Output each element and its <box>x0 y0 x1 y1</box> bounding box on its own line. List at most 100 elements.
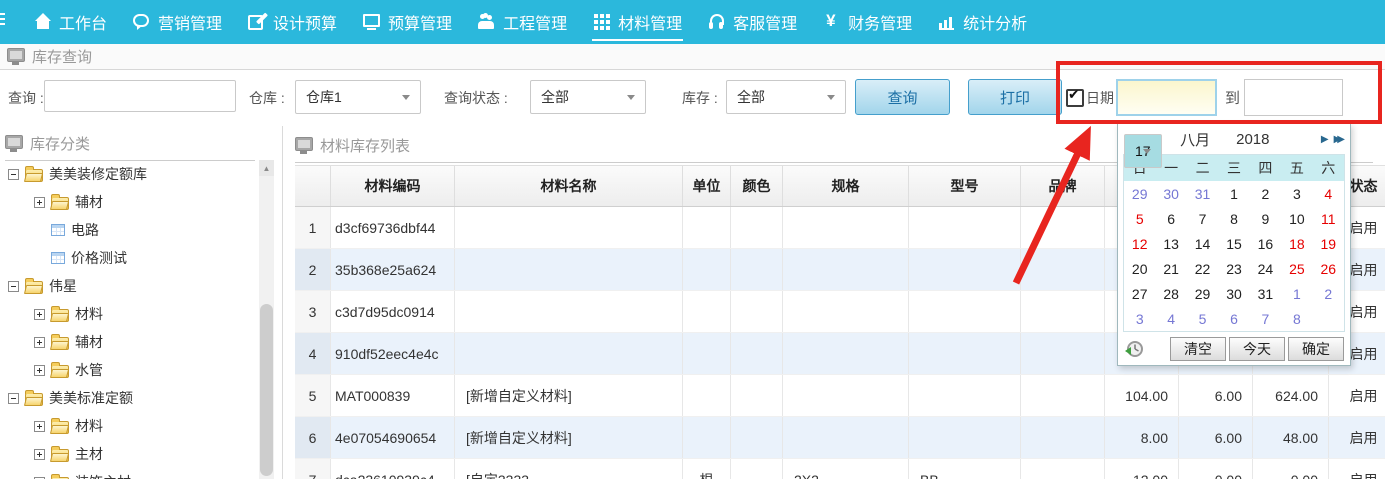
calendar-day[interactable]: 11 <box>1313 206 1344 231</box>
today-button[interactable]: 今天 <box>1229 337 1285 361</box>
nav-item[interactable]: 客服管理 <box>708 0 797 44</box>
calendar-day[interactable]: 6 <box>1155 206 1186 231</box>
calendar-day[interactable]: 24 <box>1250 256 1281 281</box>
ok-button[interactable]: 确定 <box>1288 337 1344 361</box>
tree-expander[interactable] <box>34 365 45 376</box>
cell-amount: 48.00 <box>1253 417 1329 458</box>
calendar-day[interactable]: 16 <box>1250 231 1281 256</box>
tree-item[interactable]: 辅材 <box>0 188 258 216</box>
calendar-day[interactable]: 7 <box>1187 206 1218 231</box>
calendar-day[interactable]: 8 <box>1218 206 1249 231</box>
search-button[interactable]: 查询 <box>855 79 950 115</box>
calendar-day[interactable]: 31 <box>1187 181 1218 206</box>
tree-expander[interactable] <box>8 281 19 292</box>
print-button[interactable]: 打印 <box>968 79 1062 115</box>
nav-item[interactable]: 工作台 <box>34 0 107 44</box>
tree-expander[interactable] <box>34 309 45 320</box>
calendar-day[interactable]: 3 <box>1124 306 1155 331</box>
calendar-year[interactable]: 2018 <box>1236 131 1269 148</box>
calendar-day[interactable]: 4 <box>1313 181 1344 206</box>
tree-item[interactable]: 美美装修定额库 <box>0 160 258 188</box>
nav-item[interactable]: 营销管理 <box>133 0 222 44</box>
calendar-day[interactable]: 1 <box>1281 281 1312 306</box>
nav-item[interactable]: 统计分析 <box>938 0 1027 44</box>
date-checkbox[interactable] <box>1066 89 1084 107</box>
table-row[interactable]: 7 dca23610939c4 [自定3333 根 2X2 BB -12.00 … <box>295 459 1385 479</box>
scrollbar-thumb[interactable] <box>260 304 273 476</box>
calendar-day[interactable]: 7 <box>1250 306 1281 331</box>
tree-expander[interactable] <box>34 197 45 208</box>
calendar-day[interactable]: 10 <box>1281 206 1312 231</box>
calendar-day[interactable]: 2 <box>1313 281 1344 306</box>
stock-select[interactable]: 全部 <box>726 80 846 114</box>
tree-item[interactable]: 价格测试 <box>0 244 258 272</box>
calendar-day[interactable]: 29 <box>1124 181 1155 206</box>
calendar-day[interactable]: 1 <box>1218 181 1249 206</box>
calendar-day[interactable]: 23 <box>1218 256 1249 281</box>
clear-button[interactable]: 清空 <box>1170 337 1226 361</box>
tree-item[interactable]: 装饰主材 <box>0 468 258 479</box>
calendar-day[interactable]: 14 <box>1187 231 1218 256</box>
next-month-icon[interactable]: ▶ <box>1321 134 1329 145</box>
calendar-day[interactable]: 17 <box>1124 134 1162 168</box>
status-select[interactable]: 全部 <box>530 80 646 114</box>
table-row[interactable]: 5 MAT000839 [新增自定义材料] 104.00 6.00 624.00… <box>295 375 1385 417</box>
tree-item[interactable]: 水管 <box>0 356 258 384</box>
calendar-day[interactable]: 5 <box>1124 206 1155 231</box>
date-from-input[interactable] <box>1116 79 1217 116</box>
table-row[interactable]: 6 4e07054690654 [新增自定义材料] 8.00 6.00 48.0… <box>295 417 1385 459</box>
menu-icon[interactable] <box>0 13 5 15</box>
calendar-day[interactable]: 9 <box>1250 206 1281 231</box>
calendar-day[interactable]: 30 <box>1155 181 1186 206</box>
tree-expander[interactable] <box>34 337 45 348</box>
tree-item[interactable]: 电路 <box>0 216 258 244</box>
nav-item[interactable]: 工程管理 <box>478 0 567 44</box>
nav-item[interactable]: 财务管理 <box>823 0 912 44</box>
tree-item[interactable]: 材料 <box>0 412 258 440</box>
calendar-day[interactable]: 19 <box>1313 231 1344 256</box>
calendar-day[interactable]: 25 <box>1281 256 1312 281</box>
calendar-day[interactable]: 6 <box>1218 306 1249 331</box>
calendar-day[interactable]: 8 <box>1281 306 1312 331</box>
calendar-day[interactable]: 21 <box>1155 256 1186 281</box>
time-toggle-icon[interactable] <box>1124 339 1144 359</box>
calendar-day[interactable]: 27 <box>1124 281 1155 306</box>
nav-item[interactable]: 材料管理 <box>593 0 682 44</box>
nav-item-label: 工程管理 <box>503 10 567 34</box>
tree-item[interactable]: 材料 <box>0 300 258 328</box>
calendar-day[interactable]: 30 <box>1218 281 1249 306</box>
tree-item[interactable]: 美美标准定额 <box>0 384 258 412</box>
calendar-day[interactable]: 31 <box>1250 281 1281 306</box>
nav-item[interactable]: 预算管理 <box>363 0 452 44</box>
tree-scrollbar[interactable]: ▲ <box>259 160 274 479</box>
calendar-month[interactable]: 八月 <box>1180 129 1210 150</box>
calendar-day[interactable]: 20 <box>1124 256 1155 281</box>
calendar-day[interactable]: 4 <box>1155 306 1186 331</box>
calendar-day[interactable]: 2 <box>1250 181 1281 206</box>
tree-expander[interactable] <box>34 449 45 460</box>
scroll-up-arrow-icon[interactable]: ▲ <box>259 160 274 176</box>
tree-expander[interactable] <box>34 421 45 432</box>
calendar-day[interactable]: 5 <box>1187 306 1218 331</box>
date-to-input[interactable] <box>1244 79 1343 116</box>
next-year-icon[interactable]: ▶▶ <box>1334 134 1341 145</box>
calendar-day[interactable]: 29 <box>1187 281 1218 306</box>
tree-item[interactable]: 伟星 <box>0 272 258 300</box>
warehouse-select[interactable]: 仓库1 <box>295 80 421 114</box>
query-input[interactable] <box>44 80 236 112</box>
calendar-day[interactable]: 28 <box>1155 281 1186 306</box>
nav-item[interactable]: 设计预算 <box>248 0 337 44</box>
calendar-day[interactable]: 22 <box>1187 256 1218 281</box>
calendar-day[interactable]: 18 <box>1281 231 1312 256</box>
filter-bar: 查询 : 仓库 : 仓库1 查询状态 : 全部 库存 : 全部 查询 打印 日期… <box>0 70 1385 125</box>
nav-item-label: 统计分析 <box>963 10 1027 34</box>
calendar-day[interactable]: 12 <box>1124 231 1155 256</box>
tree-expander[interactable] <box>8 393 19 404</box>
calendar-day[interactable]: 3 <box>1281 181 1312 206</box>
calendar-day[interactable]: 13 <box>1155 231 1186 256</box>
tree-item[interactable]: 主材 <box>0 440 258 468</box>
tree-item[interactable]: 辅材 <box>0 328 258 356</box>
tree-expander[interactable] <box>8 169 19 180</box>
calendar-day[interactable]: 26 <box>1313 256 1344 281</box>
calendar-day[interactable]: 15 <box>1218 231 1249 256</box>
